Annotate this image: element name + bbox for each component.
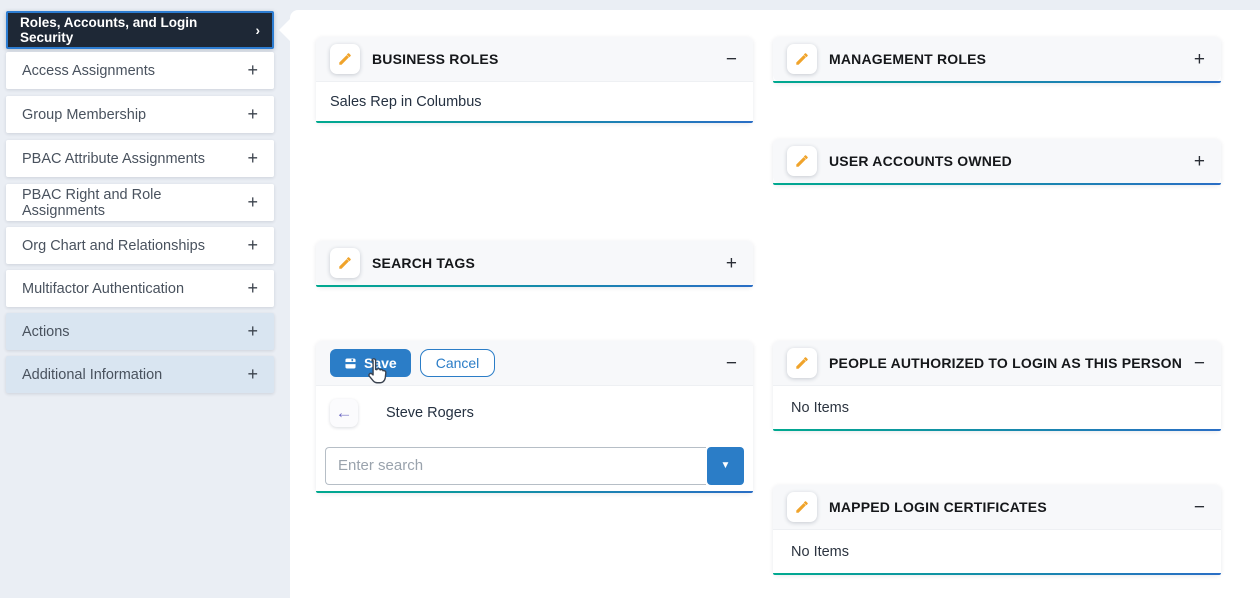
pencil-icon (796, 155, 808, 167)
collapse-button[interactable]: − (1192, 498, 1207, 517)
sidebar-header-label: Roles, Accounts, and Login Security (20, 15, 198, 45)
sidebar-item-pbac-right-role-assignments[interactable]: PBAC Right and Role Assignments + (6, 184, 274, 221)
chevron-right-icon: › (255, 22, 261, 38)
editor-header: Save Cancel − (316, 341, 753, 385)
card-title: SEARCH TAGS (372, 255, 476, 271)
selected-person-row: ← Steve Rogers (316, 385, 753, 440)
card-title: USER ACCOUNTS OWNED (829, 153, 1012, 169)
card-title: MANAGEMENT ROLES (829, 51, 987, 67)
sidebar-item-pbac-attribute-assignments[interactable]: PBAC Attribute Assignments + (6, 140, 274, 177)
card-people-authorized-header: PEOPLE AUTHORIZED TO LOGIN AS THIS PERSO… (773, 341, 1221, 385)
sidebar-item-label: PBAC Attribute Assignments (22, 150, 205, 167)
edit-button[interactable] (787, 492, 817, 522)
search-row: ▼ (316, 440, 753, 491)
card-mapped-login-certificates-header: MAPPED LOGIN CERTIFICATES − (773, 485, 1221, 529)
card-search-tags-header: SEARCH TAGS + (316, 241, 753, 285)
cancel-button[interactable]: Cancel (419, 349, 496, 377)
card-search-tags: SEARCH TAGS + (316, 241, 753, 287)
plus-icon: + (247, 321, 258, 341)
sidebar: Roles, Accounts, and Login Security › Ac… (0, 0, 290, 598)
sidebar-item-multifactor-authentication[interactable]: Multifactor Authentication + (6, 270, 274, 307)
save-icon (345, 357, 356, 369)
sidebar-item-label: Actions (22, 323, 70, 340)
search-dropdown-button[interactable]: ▼ (707, 446, 744, 485)
sidebar-item-group-membership[interactable]: Group Membership + (6, 96, 274, 133)
collapse-button[interactable]: − (724, 354, 739, 373)
sidebar-item-label: Org Chart and Relationships (22, 237, 205, 254)
pencil-icon (339, 257, 351, 269)
card-management-roles: MANAGEMENT ROLES + (773, 37, 1221, 83)
search-control: ▼ (325, 446, 744, 485)
card-people-authorized: PEOPLE AUTHORIZED TO LOGIN AS THIS PERSO… (773, 341, 1221, 431)
expand-button[interactable]: + (724, 254, 739, 273)
pencil-icon (796, 53, 808, 65)
empty-state-text: No Items (773, 529, 1221, 573)
plus-icon: + (247, 60, 258, 80)
pencil-icon (796, 357, 808, 369)
expand-button[interactable]: + (1192, 50, 1207, 69)
edit-button[interactable] (787, 146, 817, 176)
card-mapped-login-certificates: MAPPED LOGIN CERTIFICATES − No Items (773, 485, 1221, 575)
sidebar-item-label: Multifactor Authentication (22, 280, 185, 297)
sidebar-item-org-chart-relationships[interactable]: Org Chart and Relationships + (6, 227, 274, 264)
save-label: Save (364, 355, 397, 371)
sidebar-item-label: Access Assignments (22, 62, 155, 79)
edit-button[interactable] (787, 44, 817, 74)
card-business-roles-editor: Save Cancel − ← Steve Rogers ▼ (316, 341, 753, 493)
person-name: Steve Rogers (386, 405, 474, 421)
back-arrow-button[interactable]: ← (330, 399, 358, 427)
plus-icon: + (247, 192, 258, 212)
collapse-button[interactable]: − (724, 50, 739, 69)
edit-button[interactable] (787, 348, 817, 378)
plus-icon: + (247, 235, 258, 255)
card-management-roles-header: MANAGEMENT ROLES + (773, 37, 1221, 81)
collapse-button[interactable]: − (1192, 354, 1207, 373)
plus-icon: + (247, 364, 258, 384)
save-button[interactable]: Save (330, 349, 411, 377)
card-user-accounts-owned: USER ACCOUNTS OWNED + (773, 139, 1221, 185)
card-title: MAPPED LOGIN CERTIFICATES (829, 499, 1047, 515)
plus-icon: + (247, 148, 258, 168)
card-title: PEOPLE AUTHORIZED TO LOGIN AS THIS PERSO… (829, 355, 1183, 371)
edit-button[interactable] (330, 248, 360, 278)
empty-state-text: No Items (773, 385, 1221, 429)
card-user-accounts-owned-header: USER ACCOUNTS OWNED + (773, 139, 1221, 183)
card-business-roles-header: BUSINESS ROLES − (316, 37, 753, 81)
sidebar-item-label: PBAC Right and Role Assignments (22, 186, 162, 219)
plus-icon: + (247, 278, 258, 298)
sidebar-item-label: Group Membership (22, 106, 147, 123)
sidebar-item-label: Additional Information (22, 366, 163, 383)
sidebar-item-access-assignments[interactable]: Access Assignments + (6, 52, 274, 89)
expand-button[interactable]: + (1192, 152, 1207, 171)
sidebar-header-roles-accounts-login-security[interactable]: Roles, Accounts, and Login Security › (6, 11, 274, 49)
plus-icon: + (247, 104, 258, 124)
card-title: BUSINESS ROLES (372, 51, 499, 67)
edit-button[interactable] (330, 44, 360, 74)
sidebar-item-additional-information[interactable]: Additional Information + (6, 356, 274, 393)
pencil-icon (796, 501, 808, 513)
card-business-roles: BUSINESS ROLES − Sales Rep in Columbus (316, 37, 753, 123)
chevron-down-icon: ▼ (720, 460, 731, 471)
pencil-icon (339, 53, 351, 65)
search-input[interactable] (325, 446, 706, 485)
business-role-item[interactable]: Sales Rep in Columbus (316, 81, 753, 121)
sidebar-item-actions[interactable]: Actions + (6, 313, 274, 350)
back-arrow-icon: ← (335, 403, 353, 422)
